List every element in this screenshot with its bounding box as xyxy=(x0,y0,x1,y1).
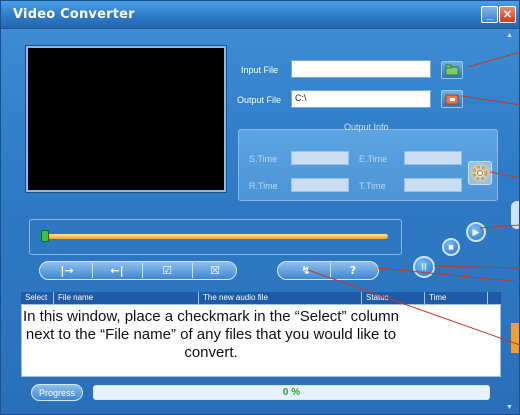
close-button[interactable]: ✕ xyxy=(499,6,516,23)
pause-button[interactable]: II xyxy=(413,256,435,278)
set-end-button[interactable]: ←| xyxy=(95,261,139,280)
column-divider xyxy=(424,292,425,304)
play-button[interactable]: ▶ xyxy=(466,222,486,242)
input-file-label: Input File xyxy=(241,65,279,75)
instruction-caption: In this window, place a checkmark in the… xyxy=(22,308,399,361)
progress-button[interactable]: Progress xyxy=(31,384,83,401)
video-preview xyxy=(26,46,226,192)
e-time-field[interactable] xyxy=(404,151,462,165)
settings-button[interactable] xyxy=(468,161,492,185)
gear-icon xyxy=(472,165,488,181)
progress-bar: 0 % xyxy=(93,385,490,400)
e-time-label: E.Time xyxy=(359,154,388,164)
remove-button[interactable]: ☒ xyxy=(195,261,235,280)
seek-thumb[interactable] xyxy=(41,230,49,242)
folder-icon xyxy=(445,64,459,76)
column-divider xyxy=(198,292,199,304)
progress-text: 0 % xyxy=(282,387,301,398)
side-tab-orange[interactable] xyxy=(511,323,519,353)
column-new-audio-file[interactable]: The new audio file xyxy=(203,293,268,302)
select-all-button[interactable]: ☑ xyxy=(145,261,189,280)
scroll-up-arrow[interactable]: ▲ xyxy=(506,32,513,39)
r-time-label: R.Time xyxy=(249,181,278,191)
title-bar[interactable]: Video Converter _ ✕ xyxy=(1,1,519,29)
browse-output-button[interactable] xyxy=(441,90,463,108)
window-title: Video Converter xyxy=(13,7,135,22)
browse-input-button[interactable] xyxy=(441,61,463,79)
divider xyxy=(92,263,93,278)
column-time[interactable]: Time xyxy=(429,293,446,302)
output-folder-icon xyxy=(445,94,459,105)
output-info-title: Output Info xyxy=(344,122,389,132)
stop-button[interactable]: ■ xyxy=(442,238,460,256)
column-status[interactable]: Status xyxy=(366,293,389,302)
video-converter-window: Video Converter _ ✕ Input File Output Fi… xyxy=(0,0,520,415)
t-time-label: T.Time xyxy=(359,181,386,191)
column-select[interactable]: Select xyxy=(25,293,47,302)
column-file-name[interactable]: File name xyxy=(58,293,93,302)
column-divider xyxy=(361,292,362,304)
output-file-field[interactable]: C:\ xyxy=(291,90,431,108)
t-time-field[interactable] xyxy=(404,178,462,192)
input-file-field[interactable] xyxy=(291,60,431,78)
column-divider xyxy=(487,292,488,304)
convert-button[interactable]: ↯ xyxy=(286,261,326,280)
minimize-button[interactable]: _ xyxy=(481,6,498,23)
s-time-label: S.Time xyxy=(249,154,278,164)
scroll-down-arrow[interactable]: ▼ xyxy=(506,404,513,411)
divider xyxy=(192,263,193,278)
seek-track[interactable] xyxy=(45,234,388,239)
output-file-label: Output File xyxy=(237,95,282,105)
side-tab[interactable] xyxy=(511,201,519,229)
file-table-header: Select File name The new audio file Stat… xyxy=(21,292,501,304)
s-time-field[interactable] xyxy=(291,151,349,165)
divider xyxy=(330,263,331,278)
help-button[interactable]: ? xyxy=(335,261,371,280)
r-time-field[interactable] xyxy=(291,178,349,192)
column-divider xyxy=(53,292,54,304)
set-start-button[interactable]: |→ xyxy=(45,261,89,280)
divider xyxy=(142,263,143,278)
